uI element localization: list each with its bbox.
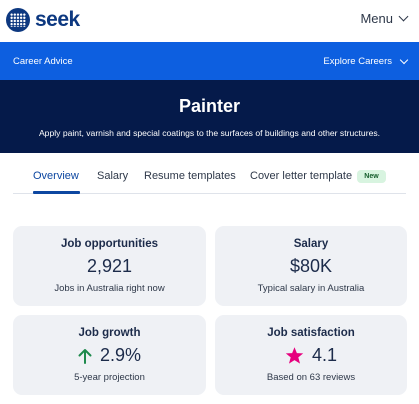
salary-card: Salary $80K Typical salary in Australia bbox=[215, 226, 407, 306]
career-hero: Painter Apply paint, varnish and special… bbox=[0, 80, 419, 153]
job-opportunities-title: Job opportunities bbox=[60, 238, 159, 250]
seek-logo[interactable]: seek bbox=[6, 8, 80, 32]
explore-careers-label: Explore Careers bbox=[323, 56, 392, 67]
job-growth-value: 2.9% bbox=[99, 345, 142, 365]
career-description: Apply paint, varnish and special coating… bbox=[38, 128, 381, 138]
active-tab-indicator bbox=[33, 191, 80, 194]
job-satisfaction-value: 4.1 bbox=[311, 345, 338, 365]
career-advice-link[interactable]: Career Advice bbox=[13, 56, 73, 67]
explore-careers-dropdown[interactable]: Explore Careers bbox=[323, 55, 409, 67]
job-growth-card: Job growth 2.9% 5-year projection bbox=[13, 315, 206, 395]
star-icon bbox=[285, 347, 304, 364]
job-opportunities-sub: Jobs in Australia right now bbox=[54, 283, 165, 294]
arrow-up-icon bbox=[78, 348, 92, 364]
menu-button[interactable]: Menu bbox=[360, 11, 409, 26]
menu-label: Menu bbox=[360, 11, 393, 26]
tab-cover-letter-template[interactable]: Cover letter template bbox=[250, 170, 352, 182]
job-growth-sub: 5-year projection bbox=[74, 372, 145, 383]
job-growth-value-row: 2.9% bbox=[13, 345, 206, 366]
seek-logo-text: seek bbox=[35, 8, 80, 31]
top-header: seek Menu bbox=[0, 0, 419, 42]
secondary-nav: Career Advice Explore Careers bbox=[0, 42, 419, 80]
job-growth-title: Job growth bbox=[78, 327, 141, 339]
job-satisfaction-title: Job satisfaction bbox=[267, 327, 355, 339]
job-opportunities-value: 2,921 bbox=[86, 256, 133, 276]
chevron-down-icon bbox=[398, 11, 409, 22]
job-satisfaction-card: Job satisfaction 4.1 Based on 63 reviews bbox=[215, 315, 407, 395]
salary-value: $80K bbox=[289, 256, 333, 276]
salary-sub: Typical salary in Australia bbox=[257, 283, 365, 294]
tab-resume-templates[interactable]: Resume templates bbox=[144, 170, 236, 182]
seek-logo-icon bbox=[6, 8, 30, 32]
job-opportunities-card: Job opportunities 2,921 Jobs in Australi… bbox=[13, 226, 206, 306]
job-satisfaction-sub: Based on 63 reviews bbox=[266, 372, 356, 383]
page-title: Painter bbox=[178, 96, 241, 116]
chevron-down-icon bbox=[399, 55, 409, 65]
tab-salary[interactable]: Salary bbox=[97, 170, 128, 182]
tab-overview[interactable]: Overview bbox=[33, 170, 79, 182]
salary-title: Salary bbox=[293, 238, 329, 250]
career-tabs: Overview Salary Resume templates Cover l… bbox=[13, 153, 406, 194]
new-badge: New bbox=[357, 170, 386, 183]
job-satisfaction-value-row: 4.1 bbox=[215, 345, 407, 366]
